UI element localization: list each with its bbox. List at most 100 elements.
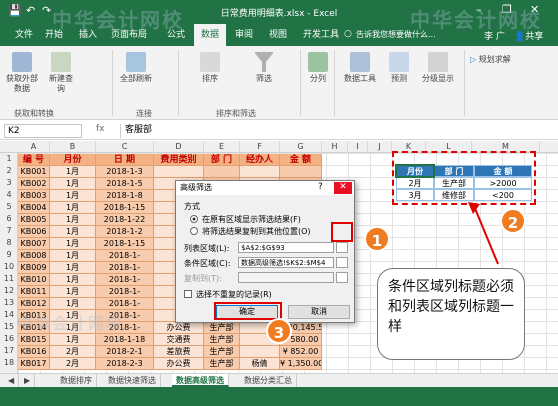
table-cell[interactable]: KB012 xyxy=(18,298,50,310)
table-header-cell[interactable]: 日 期 xyxy=(96,154,154,166)
table-cell[interactable]: 1月 xyxy=(50,178,96,190)
table-cell[interactable]: KB005 xyxy=(18,214,50,226)
table-cell[interactable]: 2018-2-3 xyxy=(96,358,154,370)
table-cell[interactable]: 办公费 xyxy=(154,358,204,370)
tab-review[interactable]: 审阅 xyxy=(228,24,260,46)
get-external-data-button[interactable]: 获取外部数据 xyxy=(4,52,40,94)
table-cell[interactable]: 2018-1-15 xyxy=(96,238,154,250)
table-header-cell[interactable]: 费用类别 xyxy=(154,154,204,166)
row-header[interactable]: 17 xyxy=(0,345,18,357)
row-header[interactable]: 3 xyxy=(0,177,18,189)
table-cell[interactable]: KB010 xyxy=(18,274,50,286)
sheet-tab[interactable]: 数据分类汇总 xyxy=(240,374,297,387)
row-header[interactable]: 2 xyxy=(0,165,18,177)
formula-input[interactable]: 客服部 xyxy=(120,124,554,138)
table-cell[interactable]: 生产部 xyxy=(204,334,240,346)
table-cell[interactable]: 1月 xyxy=(50,274,96,286)
sheet-nav-next[interactable]: ▶ xyxy=(20,374,36,387)
criteria-range-input[interactable] xyxy=(238,257,334,268)
column-header[interactable]: E xyxy=(204,141,240,153)
table-cell[interactable]: 2018-1- xyxy=(96,262,154,274)
column-header[interactable]: A xyxy=(18,141,50,153)
table-cell[interactable]: 2018-2-1 xyxy=(96,346,154,358)
data-tools-button[interactable]: 数据工具 xyxy=(340,52,380,84)
row-header[interactable]: 13 xyxy=(0,297,18,309)
table-cell[interactable]: ¥ 852.00 xyxy=(280,346,322,358)
column-header[interactable]: J xyxy=(368,141,392,153)
row-header[interactable]: 10 xyxy=(0,261,18,273)
table-cell[interactable] xyxy=(240,346,280,358)
filter-button[interactable]: 筛选 xyxy=(248,52,280,84)
table-cell[interactable]: 1月 xyxy=(50,202,96,214)
table-cell[interactable]: KB004 xyxy=(18,202,50,214)
table-header-cell[interactable]: 经办人 xyxy=(240,154,280,166)
column-header[interactable]: D xyxy=(154,141,204,153)
column-header[interactable]: G xyxy=(280,141,322,153)
table-cell[interactable]: KB009 xyxy=(18,262,50,274)
table-cell[interactable]: KB003 xyxy=(18,190,50,202)
table-cell[interactable]: 生产部 xyxy=(204,322,240,334)
table-cell[interactable]: 2018-1-2 xyxy=(96,226,154,238)
tab-view[interactable]: 视图 xyxy=(262,24,294,46)
table-cell[interactable] xyxy=(154,166,204,178)
table-cell[interactable]: 2018-1- xyxy=(96,250,154,262)
table-cell[interactable]: 2月 xyxy=(50,358,96,370)
row-header[interactable]: 18 xyxy=(0,357,18,369)
column-header[interactable]: I xyxy=(348,141,368,153)
row-header[interactable]: 5 xyxy=(0,201,18,213)
table-cell[interactable]: ¥ 1,350.00 xyxy=(280,358,322,370)
row-header[interactable]: 7 xyxy=(0,225,18,237)
table-cell[interactable]: 1月 xyxy=(50,298,96,310)
name-box[interactable]: K2 xyxy=(4,124,82,138)
cancel-button[interactable]: 取消 xyxy=(288,305,350,319)
table-cell[interactable]: KB008 xyxy=(18,250,50,262)
table-cell[interactable]: 生产部 xyxy=(204,346,240,358)
table-cell[interactable]: 2018-1-22 xyxy=(96,214,154,226)
table-cell[interactable]: 1月 xyxy=(50,190,96,202)
copy-to-input[interactable] xyxy=(238,272,334,283)
table-cell[interactable]: 1月 xyxy=(50,286,96,298)
table-cell[interactable]: 1月 xyxy=(50,238,96,250)
table-cell[interactable]: 杨倩 xyxy=(240,358,280,370)
table-cell[interactable]: 生产部 xyxy=(204,358,240,370)
solver-button[interactable]: ▷ 规划求解 xyxy=(470,54,511,65)
table-cell[interactable]: KB006 xyxy=(18,226,50,238)
table-header-cell[interactable]: 金 额 xyxy=(280,154,322,166)
row-header[interactable]: 4 xyxy=(0,189,18,201)
table-cell[interactable]: 办公费 xyxy=(154,322,204,334)
help-button[interactable]: ? xyxy=(318,182,323,192)
table-cell[interactable]: 2018-1- xyxy=(96,286,154,298)
table-cell[interactable]: 1月 xyxy=(50,166,96,178)
fx-icon[interactable]: fx xyxy=(96,124,105,134)
range-picker-icon[interactable] xyxy=(336,242,348,253)
radio-filter-in-place[interactable] xyxy=(190,215,198,223)
table-cell[interactable] xyxy=(240,166,280,178)
new-query-button[interactable]: 新建查询 xyxy=(46,52,76,94)
outline-button[interactable]: 分级显示 xyxy=(418,52,458,84)
table-cell[interactable]: 1月 xyxy=(50,250,96,262)
tab-data[interactable]: 数据 xyxy=(194,24,227,46)
table-cell[interactable]: 2018-1-8 xyxy=(96,190,154,202)
column-header[interactable]: F xyxy=(240,141,280,153)
column-header[interactable]: B xyxy=(50,141,96,153)
table-cell[interactable]: 1月 xyxy=(50,214,96,226)
row-header[interactable]: 9 xyxy=(0,249,18,261)
table-cell[interactable]: KB001 xyxy=(18,166,50,178)
table-cell[interactable]: 差旅费 xyxy=(154,346,204,358)
range-picker-icon[interactable] xyxy=(336,272,348,283)
table-cell[interactable] xyxy=(280,166,322,178)
row-header[interactable]: 6 xyxy=(0,213,18,225)
radio-copy-to[interactable] xyxy=(190,227,198,235)
row-header[interactable]: 8 xyxy=(0,237,18,249)
sort-button[interactable]: 排序 xyxy=(192,52,228,84)
table-cell[interactable]: 1月 xyxy=(50,334,96,346)
list-range-input[interactable] xyxy=(238,242,334,253)
tab-developer[interactable]: 开发工具 xyxy=(296,24,346,46)
table-cell[interactable]: 2018-1-18 xyxy=(96,334,154,346)
sheet-nav-prev[interactable]: ◀ xyxy=(4,374,20,387)
table-cell[interactable]: 2月 xyxy=(50,346,96,358)
unique-records-checkbox[interactable] xyxy=(184,290,192,298)
range-picker-icon[interactable] xyxy=(336,257,348,268)
table-cell[interactable] xyxy=(204,166,240,178)
sheet-tab[interactable]: 数据排序 xyxy=(56,374,97,387)
